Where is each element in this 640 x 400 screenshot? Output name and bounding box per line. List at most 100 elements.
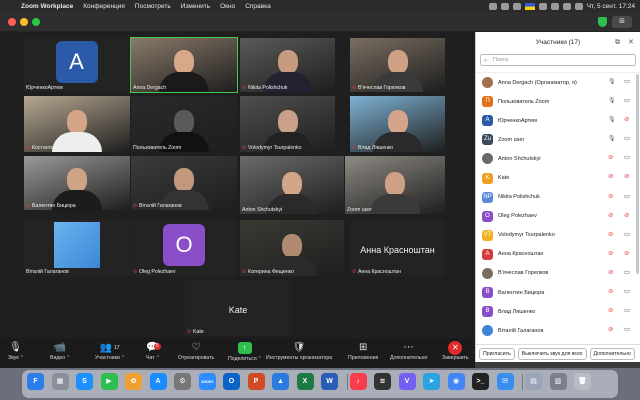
mic-muted-icon[interactable]: ⊘ [608,326,613,334]
list-item[interactable]: В Валентин Бицюра ⊘ ▭ [476,283,640,302]
camera-icon[interactable]: ▭ [624,269,630,277]
mic-muted-icon[interactable]: ⊘ [608,173,613,181]
more-options-button[interactable]: Дополнительно [589,347,635,360]
tray-app-icon-2[interactable] [512,2,521,10]
video-tile[interactable]: Віталій Галаганов [24,220,130,276]
camera-off-icon[interactable]: ⊘ [624,212,629,220]
list-item[interactable]: А ЮрченкоАртем 🎙 ⊘ [476,111,640,130]
dock-keynote-icon[interactable]: ▲ [272,373,289,390]
encryption-shield-icon[interactable] [598,17,607,27]
list-item[interactable]: Zu Zoom user 🎙 ▭ [476,130,640,149]
dock-preview-icon[interactable]: ▤ [525,373,542,390]
video-button[interactable]: 📹 Видео ^ [50,341,70,361]
participants-button[interactable]: 👥 17 Участники ^ [95,341,124,361]
mic-muted-icon[interactable]: ⊘ [608,154,613,162]
mic-muted-icon[interactable]: ⊘ [608,269,613,277]
dock-excel-icon[interactable]: X [296,373,314,390]
mic-muted-icon[interactable]: ⊘ [608,212,613,220]
dock-outlook-icon[interactable]: O [223,373,240,390]
popout-icon[interactable]: ⧉ [615,39,620,47]
video-tile[interactable]: ⊘ В'ячеслав Горелков [350,38,445,92]
chat-button[interactable]: 💬 5 Чат ^ [146,341,161,361]
dock-settings-icon[interactable]: ⚙ [174,373,191,390]
tray-zoom-icon[interactable] [488,2,497,10]
dock-mail-icon[interactable]: ✉ [496,373,514,390]
share-button[interactable]: ↑ Поделиться ^ [228,341,261,362]
list-item[interactable]: А Анна Красноштан ⊘ ⊘ [476,245,640,264]
minimize-window-icon[interactable] [20,18,28,26]
menu-app-name[interactable]: Zoom Workplace [16,3,78,10]
video-tile[interactable]: Anton Shchutskyi [240,156,344,214]
camera-off-icon[interactable]: ⊘ [624,116,629,124]
mic-muted-icon[interactable]: ⊘ [608,250,613,258]
list-item[interactable]: Anton Shchutskyi ⊘ ▭ [476,149,640,168]
more-button[interactable]: ⋯ Дополнительно [390,341,427,361]
mic-muted-icon[interactable]: ⊘ [608,307,613,315]
view-layout-button[interactable]: ⊞ [612,16,632,28]
mic-muted-icon[interactable]: ⊘ [608,231,613,239]
dock-powerpoint-icon[interactable]: P [247,373,265,390]
camera-icon[interactable]: ▭ [624,307,630,315]
menu-item-window[interactable]: Окно [215,3,240,10]
video-tile[interactable]: Anna Dergach [130,37,238,93]
participants-list[interactable]: Anna Dergach (Организатор, я) 🎙 ▭ П Пользова… [476,72,640,342]
video-tile[interactable]: ⊘ Nikita Polishchuk [240,38,335,92]
participants-search-input[interactable]: ⌕ Поиск [480,54,636,66]
chevron-up-icon[interactable]: ^ [21,355,23,361]
list-item[interactable]: П Пользователь Zoom 🎙 ▭ [476,92,640,111]
dock-finder-icon[interactable]: F [27,373,44,390]
wifi-icon[interactable] [550,2,559,10]
mute-all-button[interactable]: Выключить звук для всех [517,347,587,360]
mic-icon[interactable]: 🎙 [608,116,616,124]
mic-muted-icon[interactable]: ⊘ [608,193,613,201]
video-tile[interactable]: ⊘ Volodymyr Tsurpalenko [240,96,335,152]
close-panel-icon[interactable]: ✕ [628,39,634,47]
menu-item-help[interactable]: Справка [240,3,276,10]
video-tile[interactable]: ⊘ Віталій Галаганов [131,156,237,210]
menu-item-conference[interactable]: Конференция [78,3,130,10]
camera-icon[interactable]: ▭ [624,326,630,334]
video-tile[interactable]: ⊘ Влад Ляшенко [350,96,445,152]
battery-icon[interactable] [538,2,547,10]
participants-scrollbar[interactable] [636,74,639,274]
chevron-up-icon[interactable]: ^ [259,356,261,362]
dock-viber-icon[interactable]: V [398,373,416,390]
camera-icon[interactable]: ▭ [624,288,630,296]
mic-icon[interactable]: 🎙 [608,135,616,143]
dock-app-store-icon[interactable]: A [149,373,167,390]
list-item[interactable]: Anna Dergach (Организатор, я) 🎙 ▭ [476,73,640,92]
audio-button[interactable]: 🎙 Звук ^ [8,341,23,361]
invite-button[interactable]: Пригласить [479,347,515,360]
video-tile[interactable]: А ЮрченкоАртем [24,38,129,92]
dock-telegram-icon[interactable]: ➤ [423,373,440,390]
dock-facetime-icon[interactable]: ▶ [100,373,118,390]
list-item[interactable]: K Kate ⊘ ⊘ [476,168,640,187]
camera-icon[interactable]: ▭ [624,154,630,162]
control-center-icon[interactable] [574,2,583,10]
camera-icon[interactable]: ▭ [624,97,630,105]
list-item[interactable]: Віталій Галаганов ⊘ ▭ [476,321,640,340]
list-item[interactable]: NP Nikita Polishchuk ⊘ ▭ [476,188,640,207]
fullscreen-window-icon[interactable] [32,18,40,26]
menu-item-edit[interactable]: Изменить [176,3,215,10]
dock-chrome-icon[interactable]: ◉ [447,373,465,390]
dock-photos-icon[interactable]: ✿ [125,373,142,390]
list-item[interactable]: В'ячеслав Горелков ⊘ ▭ [476,264,640,283]
close-window-icon[interactable] [8,18,16,26]
dock-launchpad-icon[interactable]: ▦ [51,373,69,390]
video-tile[interactable]: Анна Красноштан ⊘ Анна Красноштан [350,220,445,276]
dock-music-icon[interactable]: ♪ [349,373,367,390]
dock-word-icon[interactable]: W [321,373,338,390]
dock-zoom-icon[interactable]: zoom [198,373,216,390]
camera-icon[interactable]: ▭ [624,231,630,239]
dock-terminal-icon[interactable]: >_ [472,373,489,390]
video-tile[interactable]: ⊘ Костантин [24,96,130,152]
tray-app-icon[interactable] [500,2,509,10]
chevron-up-icon[interactable]: ^ [157,355,159,361]
apps-button[interactable]: ⊞ Приложения [348,341,378,361]
react-button[interactable]: ♡ Отреагировать [178,341,214,361]
video-tile[interactable]: ⊘ Катерина Фещенко [240,220,344,276]
end-button[interactable]: ✕ Завершить [442,341,469,361]
mic-icon[interactable]: 🎙 [608,78,616,86]
input-language-icon[interactable] [524,2,535,10]
